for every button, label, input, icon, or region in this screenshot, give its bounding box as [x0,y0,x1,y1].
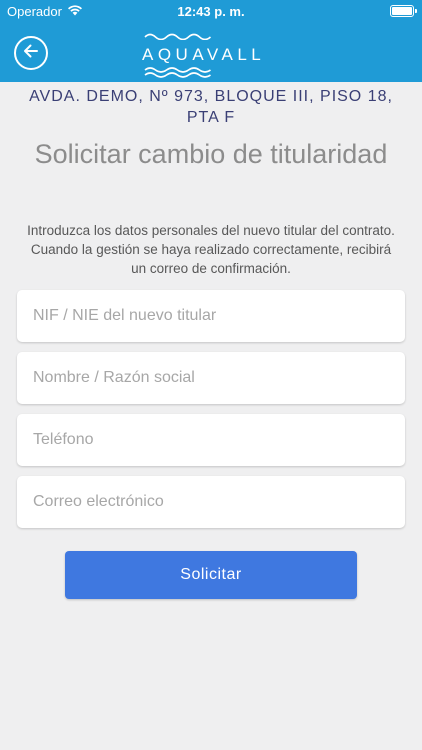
wave-icon [144,72,211,78]
name-input[interactable] [17,352,405,404]
back-button[interactable] [14,36,48,70]
submit-button[interactable]: Solicitar [65,551,357,599]
logo-text: AQUAVALL [142,45,266,64]
phone-input[interactable] [17,414,405,466]
status-time: 12:43 p. m. [177,4,245,19]
battery-icon [390,5,417,17]
app-header: AQUAVALL [0,24,422,82]
nif-input[interactable] [17,290,405,342]
aquavall-logo: AQUAVALL [142,30,282,78]
status-bar: Operador 12:43 p. m. [0,0,422,24]
wave-icon [144,33,212,40]
page-description: Introduzca los datos personales del nuev… [27,223,395,276]
email-input[interactable] [17,476,405,528]
contract-address: AVDA. DEMO, Nº 973, BLOQUE III, PISO 18,… [29,88,393,126]
arrow-left-icon [21,41,41,65]
app-screen: Operador 12:43 p. m. AQUAVALL AVDA. DEMO… [0,0,422,750]
page-title: Solicitar cambio de titularidad [34,139,388,169]
